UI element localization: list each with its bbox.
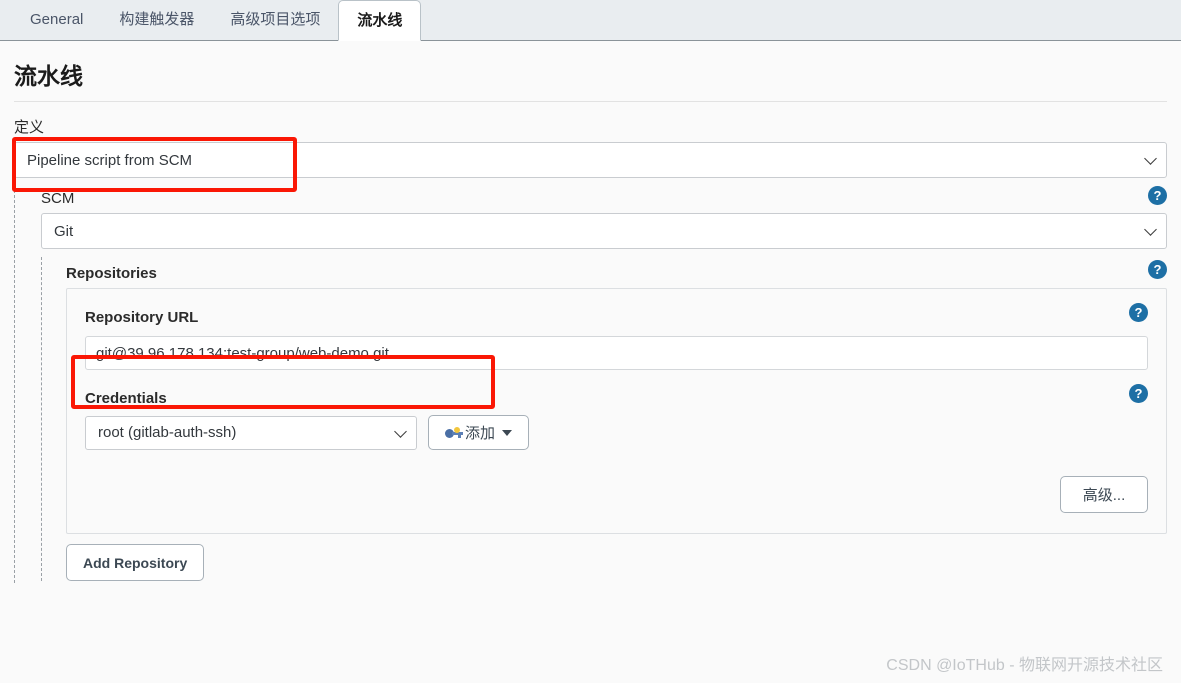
definition-select-value: Pipeline script from SCM — [27, 151, 193, 169]
chevron-down-icon — [394, 424, 407, 438]
credentials-label-row: Credentials ? — [85, 384, 1148, 415]
repositories-label: Repositories — [66, 265, 157, 282]
scm-label: SCM — [41, 190, 75, 207]
scm-label-row: SCM ? — [41, 184, 1181, 213]
credentials-label: Credentials — [85, 390, 167, 407]
credentials-select[interactable]: root (gitlab-auth-ssh) — [85, 415, 417, 450]
repository-url-label-row: Repository URL ? — [85, 303, 1148, 336]
tab-general[interactable]: General — [12, 0, 101, 40]
credentials-help-icon[interactable]: ? — [1129, 384, 1148, 403]
tab-pipeline[interactable]: 流水线 — [338, 0, 422, 41]
repositories-nest: Repositories ? Repository URL ? git@39.9… — [41, 257, 1181, 581]
chevron-down-icon — [1144, 152, 1157, 165]
definition-select[interactable]: Pipeline script from SCM — [14, 142, 1167, 178]
pipeline-config-page: 流水线 定义 Pipeline script from SCM SCM ? Gi… — [0, 41, 1181, 683]
key-icon — [445, 426, 463, 439]
caret-down-icon — [502, 429, 513, 436]
tab-build-triggers[interactable]: 构建触发器 — [101, 0, 212, 40]
repositories-label-row: Repositories ? — [66, 259, 1181, 288]
advanced-button[interactable]: 高级... — [1060, 476, 1148, 513]
repository-card: Repository URL ? git@39.96.178.134:test-… — [66, 288, 1167, 534]
repository-url-help-icon[interactable]: ? — [1129, 303, 1148, 322]
repositories-help-icon[interactable]: ? — [1148, 260, 1167, 279]
add-credentials-button[interactable]: 添加 — [428, 415, 530, 450]
add-credentials-label: 添加 — [465, 425, 496, 442]
scm-select-value: Git — [54, 222, 74, 240]
tab-advanced-project-options[interactable]: 高级项目选项 — [212, 0, 338, 40]
scm-nest: SCM ? Git Repositories ? Repository URL … — [14, 180, 1181, 583]
page-title: 流水线 — [14, 63, 83, 89]
chevron-down-icon — [1144, 223, 1157, 236]
definition-label: 定义 — [14, 119, 45, 136]
scm-select[interactable]: Git — [41, 213, 1167, 249]
repository-url-input[interactable]: git@39.96.178.134:test-group/web-demo.gi… — [85, 336, 1148, 370]
scm-help-icon[interactable]: ? — [1148, 186, 1167, 205]
tab-bar: General 构建触发器 高级项目选项 流水线 — [0, 0, 1181, 41]
add-repository-button[interactable]: Add Repository — [66, 544, 205, 581]
repository-url-label: Repository URL — [85, 309, 199, 326]
repository-url-value: git@39.96.178.134:test-group/web-demo.gi… — [96, 344, 389, 362]
watermark: CSDN @IoTHub - 物联网开源技术社区 — [886, 657, 1163, 674]
credentials-select-value: root (gitlab-auth-ssh) — [98, 424, 237, 441]
